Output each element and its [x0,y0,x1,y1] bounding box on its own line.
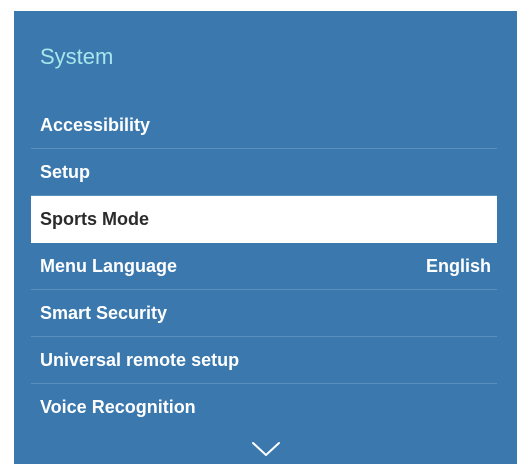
menu-item-label: Accessibility [40,114,151,135]
system-menu-panel: System Accessibility Setup Sports Mode M… [14,11,517,464]
menu-item-label: Universal remote setup [40,349,240,370]
menu-item-smart-security[interactable]: Smart Security [31,290,497,337]
menu-item-menu-language[interactable]: Menu Language English [31,243,497,290]
chevron-down-icon[interactable] [251,440,281,458]
menu-item-accessibility[interactable]: Accessibility [31,102,497,149]
menu-item-value: English [425,255,491,276]
menu-item-label: Menu Language [40,255,178,276]
menu-list: Accessibility Setup Sports Mode Menu Lan… [31,102,497,431]
menu-item-universal-remote-setup[interactable]: Universal remote setup [31,337,497,384]
menu-item-label: Setup [40,161,91,182]
panel-title: System [40,44,114,69]
menu-item-sports-mode[interactable]: Sports Mode [31,196,497,243]
chevron-down-icon-graphic [251,442,280,456]
menu-item-setup[interactable]: Setup [31,149,497,196]
menu-item-label: Sports Mode [40,208,150,229]
menu-item-voice-recognition[interactable]: Voice Recognition [31,384,497,431]
menu-item-label: Voice Recognition [40,397,196,417]
menu-item-label: Smart Security [40,302,168,323]
